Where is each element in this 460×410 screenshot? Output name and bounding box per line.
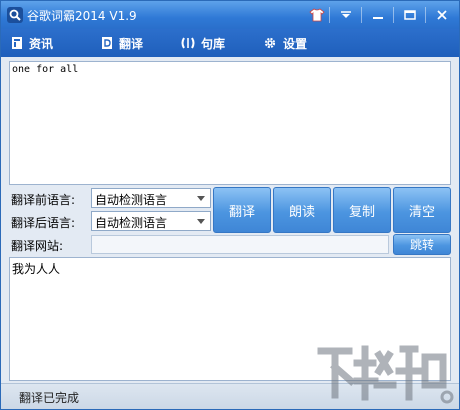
window-title: 谷歌词霸2014 V1.9 xyxy=(27,9,137,23)
title-separator xyxy=(361,7,362,23)
minimize-button[interactable] xyxy=(365,5,391,25)
watermark-logo xyxy=(317,345,454,404)
sentence-library-icon xyxy=(181,37,195,49)
read-aloud-button[interactable]: 朗读 xyxy=(273,187,331,233)
tab-bar: 资讯 翻译 句库 设置 xyxy=(1,29,459,57)
clear-button[interactable]: 清空 xyxy=(393,187,451,233)
title-separator xyxy=(425,7,426,23)
target-language-label: 翻译后语言: xyxy=(11,216,76,230)
magnifier-app-icon xyxy=(7,7,23,23)
tab-settings[interactable]: 设置 xyxy=(263,33,307,53)
close-button[interactable] xyxy=(429,5,455,25)
source-language-label: 翻译前语言: xyxy=(11,193,76,207)
tab-translate[interactable]: 翻译 xyxy=(101,33,143,53)
source-language-value: 自动检测语言 xyxy=(95,193,168,207)
maximize-button[interactable] xyxy=(397,5,423,25)
source-text-input[interactable]: one for all xyxy=(9,61,451,185)
translation-site-label: 翻译网站: xyxy=(11,239,64,253)
maximize-icon xyxy=(404,10,416,20)
tab-translate-label: 翻译 xyxy=(119,36,144,51)
app-window: 谷歌词霸2014 V1.9 资讯 翻译 句库 设置 one for all 翻译… xyxy=(0,0,460,410)
tab-news[interactable]: 资讯 xyxy=(11,33,53,53)
chevron-down-icon xyxy=(341,11,351,18)
copy-button[interactable]: 复制 xyxy=(333,187,391,233)
jump-button[interactable]: 跳转 xyxy=(393,234,451,255)
target-language-select[interactable]: 自动检测语言 xyxy=(91,211,211,231)
dropdown-arrow-icon xyxy=(197,196,205,201)
gear-icon xyxy=(264,37,276,49)
translate-button[interactable]: 翻译 xyxy=(213,187,271,233)
tab-sentence-label: 句库 xyxy=(201,36,226,51)
close-icon xyxy=(437,10,447,20)
dropdown-arrow-icon xyxy=(197,219,205,224)
minimize-icon xyxy=(373,17,383,19)
title-separator xyxy=(329,7,330,23)
source-language-select[interactable]: 自动检测语言 xyxy=(91,188,211,208)
skin-button[interactable] xyxy=(307,5,327,25)
target-language-value: 自动检测语言 xyxy=(95,216,168,230)
tab-settings-label: 设置 xyxy=(283,36,308,51)
title-bar[interactable]: 谷歌词霸2014 V1.9 xyxy=(1,1,459,29)
status-text: 翻译已完成 xyxy=(19,391,80,405)
title-separator xyxy=(393,7,394,23)
shirt-icon xyxy=(309,8,325,22)
tab-news-label: 资讯 xyxy=(29,36,54,51)
translate-icon xyxy=(102,37,112,49)
translation-site-input[interactable] xyxy=(91,235,389,254)
document-icon xyxy=(12,37,22,49)
menu-button[interactable] xyxy=(333,5,359,25)
tab-sentence-library[interactable]: 句库 xyxy=(181,33,225,53)
